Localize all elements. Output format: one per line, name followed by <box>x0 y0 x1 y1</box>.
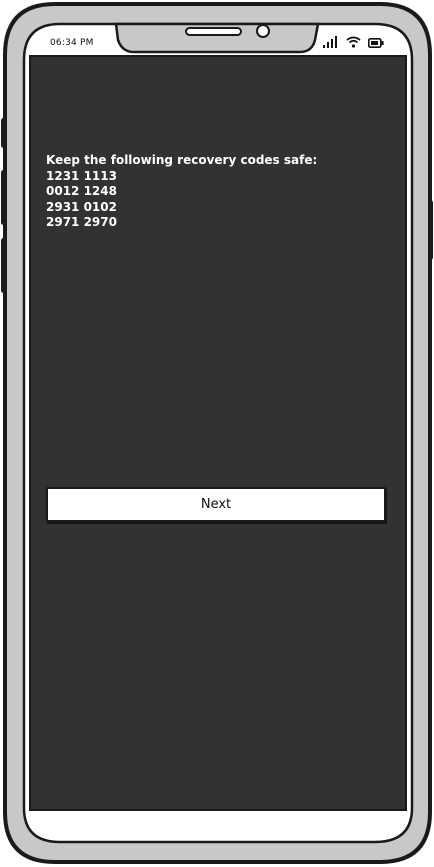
wifi-icon <box>346 33 361 52</box>
power-button <box>428 200 433 260</box>
recovery-code-4: 2971 2970 <box>46 215 117 229</box>
recovery-code-2: 0012 1248 <box>46 184 117 198</box>
recovery-code-3: 2931 0102 <box>46 199 117 214</box>
recovery-codes-heading: Keep the following recovery codes safe: <box>46 153 318 167</box>
app-screen: Keep the following recovery codes safe: … <box>31 57 405 809</box>
battery-icon <box>368 33 384 52</box>
status-time: 06:34 PM <box>50 38 94 48</box>
recovery-code-1: 1231 1113 <box>46 168 117 183</box>
status-icons <box>323 36 384 52</box>
recovery-codes-message: Keep the following recovery codes safe: … <box>46 153 317 231</box>
signal-icon <box>323 33 339 52</box>
volume-down-button-2 <box>1 238 6 293</box>
volume-down-button <box>1 170 6 225</box>
volume-up-button <box>1 118 6 148</box>
next-button[interactable]: Next <box>46 487 386 522</box>
